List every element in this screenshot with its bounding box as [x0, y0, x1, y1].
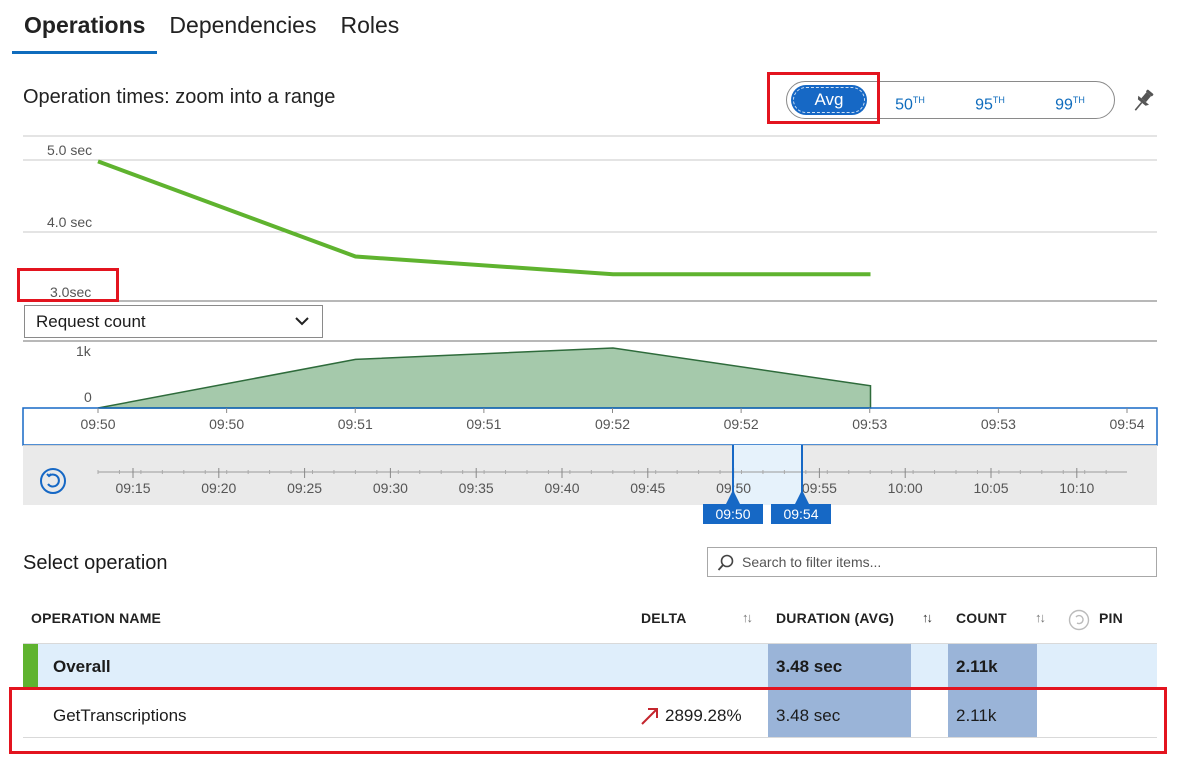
x-tick-label: 09:50: [80, 416, 115, 432]
y-tick-label: 5.0 sec: [47, 142, 92, 158]
reset-zoom-icon[interactable]: [38, 466, 68, 496]
y-tick-label: 0: [84, 389, 92, 405]
y-tick-label: 3.0sec: [50, 284, 91, 300]
sort-count-icon[interactable]: ↑↓: [1035, 610, 1046, 625]
table-row[interactable]: GetTranscriptions 2899.28% 3.48 sec 2.11…: [23, 690, 1157, 738]
count-value: 2.11k: [956, 657, 998, 676]
sort-duration-icon[interactable]: ↑↓: [922, 610, 933, 625]
chevron-down-icon: [295, 317, 309, 326]
sort-delta-icon[interactable]: ↑↓: [742, 610, 753, 625]
x-axis: 09:50 09:50 09:51 09:51 09:52 09:52 09:53 09:53…: [80, 408, 1145, 432]
column-header-duration[interactable]: DURATION (AVG): [776, 610, 894, 626]
search-box: [707, 547, 1157, 577]
y-tick-label: 4.0 sec: [47, 214, 92, 230]
search-icon: [717, 554, 734, 571]
duration-cell: 3.48 sec: [768, 644, 911, 689]
x-tick-label: 09:52: [724, 416, 759, 432]
column-header-delta[interactable]: DELTA: [641, 610, 687, 626]
duration-value: 3.48 sec: [776, 706, 841, 725]
metric-dropdown-value: Request count: [36, 312, 146, 331]
request-count-area: [97, 347, 872, 409]
search-input[interactable]: [742, 548, 1142, 576]
column-header-count[interactable]: COUNT: [956, 610, 1007, 626]
y-tick-label: 1k: [76, 343, 92, 359]
table-row-overall[interactable]: Overall 3.48 sec 2.11k: [23, 643, 1157, 689]
duration-cell: 3.48 sec: [768, 690, 911, 737]
duration-series-line: [97, 159, 871, 277]
time-range-brush[interactable]: [23, 445, 1157, 505]
column-header-pin[interactable]: PIN: [1099, 610, 1123, 626]
count-cell: 2.11k: [948, 644, 1037, 689]
trend-up-arrow-icon: [641, 708, 658, 725]
x-tick-label: 09:54: [1109, 416, 1144, 432]
select-operation-title: Select operation: [23, 552, 168, 574]
delta-value: 2899.28%: [665, 706, 742, 725]
metric-dropdown[interactable]: Request count: [24, 305, 323, 338]
count-cell: 2.11k: [948, 690, 1037, 737]
brush-end-label[interactable]: 09:54: [771, 504, 831, 524]
x-tick-label: 09:53: [852, 416, 887, 432]
operation-name: GetTranscriptions: [53, 706, 187, 725]
count-value: 2.11k: [956, 706, 997, 725]
brush-start-label[interactable]: 09:50: [703, 504, 763, 524]
row-color-indicator: [23, 644, 38, 689]
charts-canvas[interactable]: 5.0 sec 4.0 sec 3.0sec 1k 0 09:50 09:50 09…: [0, 0, 1186, 450]
x-tick-label: 09:53: [981, 416, 1016, 432]
x-tick-label: 09:51: [466, 416, 501, 432]
x-tick-label: 09:52: [595, 416, 630, 432]
column-header-operation-name[interactable]: OPERATION NAME: [31, 610, 161, 626]
x-tick-label: 09:50: [209, 416, 244, 432]
operation-name: Overall: [53, 657, 111, 676]
pin-column-icon[interactable]: [1068, 609, 1090, 631]
duration-value: 3.48 sec: [776, 657, 843, 676]
x-tick-label: 09:51: [338, 416, 373, 432]
